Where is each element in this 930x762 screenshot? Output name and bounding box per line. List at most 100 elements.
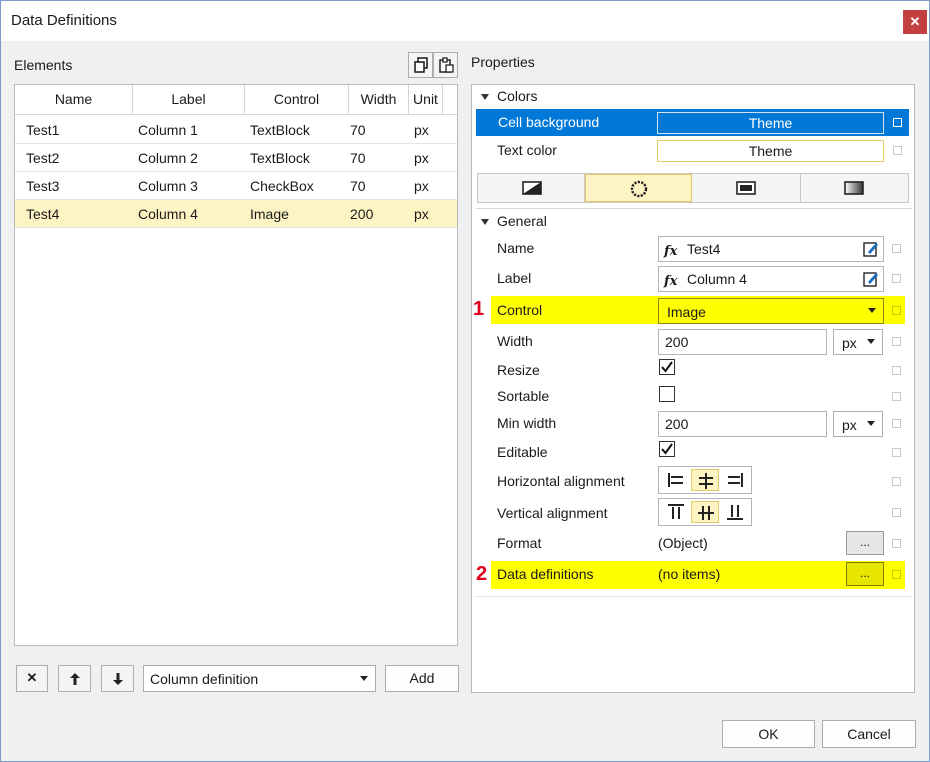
elements-table[interactable]: Name Label Control Width Unit Test1 Colu… [14,84,458,646]
column-header[interactable]: Unit [409,85,443,115]
reset-marker[interactable] [892,244,901,253]
reset-marker[interactable] [892,570,901,579]
data-definitions-edit-button[interactable]: ... [846,562,884,586]
close-icon: ✕ [909,14,921,29]
tab-rectangle[interactable] [692,174,801,202]
window-title: Data Definitions [11,12,117,29]
column-header[interactable]: Name [15,85,133,115]
align-middle-button[interactable] [691,501,719,523]
cell-label: Column 1 [138,122,198,138]
reset-marker[interactable] [892,306,901,315]
close-button[interactable]: ✕ [903,10,927,34]
reset-marker[interactable] [892,366,901,375]
format-value: (Object) [658,535,708,551]
checkmark-icon [661,361,673,373]
control-select[interactable]: Image [658,298,884,324]
table-row[interactable]: Test1 Column 1 TextBlock 70 px [15,116,457,144]
reset-marker[interactable] [893,118,902,127]
align-right-button[interactable] [721,469,749,491]
width-unit-select[interactable]: px [833,329,883,355]
general-group-header: General [497,213,547,229]
cell-width: 70 [350,150,366,166]
cell-control: Image [250,206,289,222]
collapse-triangle-icon[interactable] [481,219,489,225]
rectangle-icon [736,181,756,195]
resize-label: Resize [497,362,540,378]
min-width-unit-select[interactable]: px [833,411,883,437]
reset-marker[interactable] [892,274,901,283]
editable-checkbox[interactable] [659,441,675,457]
reset-marker[interactable] [892,419,901,428]
edit-icon[interactable] [862,240,880,258]
reset-marker[interactable] [893,146,902,155]
editable-label: Editable [497,444,548,460]
label-value: Column 4 [687,271,747,287]
copy-button[interactable] [408,52,433,78]
text-color-picker[interactable]: Theme [657,140,884,162]
format-edit-button[interactable]: ... [846,531,884,555]
collapse-triangle-icon[interactable] [481,94,489,100]
resize-checkbox[interactable] [659,359,675,375]
cell-name: Test3 [26,178,60,194]
reset-marker[interactable] [892,337,901,346]
cancel-button[interactable]: Cancel [822,720,916,748]
align-top-button[interactable] [662,501,690,523]
min-width-unit-value: px [842,417,857,433]
cell-unit: px [414,150,429,166]
sortable-checkbox[interactable] [659,386,675,402]
cell-name: Test4 [26,206,60,222]
reset-marker[interactable] [892,477,901,486]
tab-gradient[interactable] [801,174,908,202]
vertical-alignment-group [658,498,752,526]
add-button[interactable]: Add [385,665,459,692]
move-up-button[interactable] [58,665,91,692]
arrow-down-icon [112,673,123,685]
delete-button[interactable]: ✕ [16,665,48,692]
vertical-alignment-label: Vertical alignment [497,505,608,521]
arrow-up-icon [69,673,80,685]
ok-button[interactable]: OK [722,720,815,748]
reset-marker[interactable] [892,508,901,517]
element-type-value: Column definition [150,671,259,687]
cell-background-picker[interactable]: Theme [657,112,884,134]
copy-icon [413,57,428,73]
tab-solid-fill[interactable] [478,174,585,202]
palette-ring-icon [630,180,648,198]
align-left-button[interactable] [662,469,690,491]
element-type-select[interactable]: Column definition [143,665,376,692]
gradient-icon [844,181,864,195]
chevron-down-icon [867,339,875,344]
align-bottom-button[interactable] [721,501,749,523]
min-width-label: Min width [497,415,557,431]
fx-icon: fx [664,274,678,289]
align-center-button[interactable] [691,469,719,491]
horizontal-alignment-label: Horizontal alignment [497,473,625,489]
label-field[interactable]: fx Column 4 [658,266,884,292]
table-row[interactable]: Test2 Column 2 TextBlock 70 px [15,144,457,172]
delete-icon: ✕ [26,670,38,685]
column-header[interactable]: Width [349,85,409,115]
colors-group-header: Colors [497,88,538,104]
divider [476,208,912,209]
table-row[interactable]: Test3 Column 3 CheckBox 70 px [15,172,457,200]
cell-background-label: Cell background [498,114,600,130]
column-header[interactable]: Label [133,85,245,115]
min-width-input[interactable]: 200 [658,411,827,437]
width-input[interactable]: 200 [658,329,827,355]
reset-marker[interactable] [892,392,901,401]
name-field[interactable]: fx Test4 [658,236,884,262]
move-down-button[interactable] [101,665,134,692]
reset-marker[interactable] [892,539,901,548]
width-unit-value: px [842,335,857,351]
table-header: Name Label Control Width Unit [15,85,457,115]
align-left-icon [668,473,683,487]
paste-button[interactable] [433,52,458,78]
data-definitions-label: Data definitions [497,566,594,582]
table-row-selected[interactable]: Test4 Column 4 Image 200 px [15,200,457,228]
tab-palette[interactable] [585,174,692,202]
cell-label: Column 4 [138,206,198,222]
name-value: Test4 [687,241,721,257]
column-header[interactable]: Control [245,85,349,115]
reset-marker[interactable] [892,448,901,457]
edit-icon[interactable] [862,270,880,288]
